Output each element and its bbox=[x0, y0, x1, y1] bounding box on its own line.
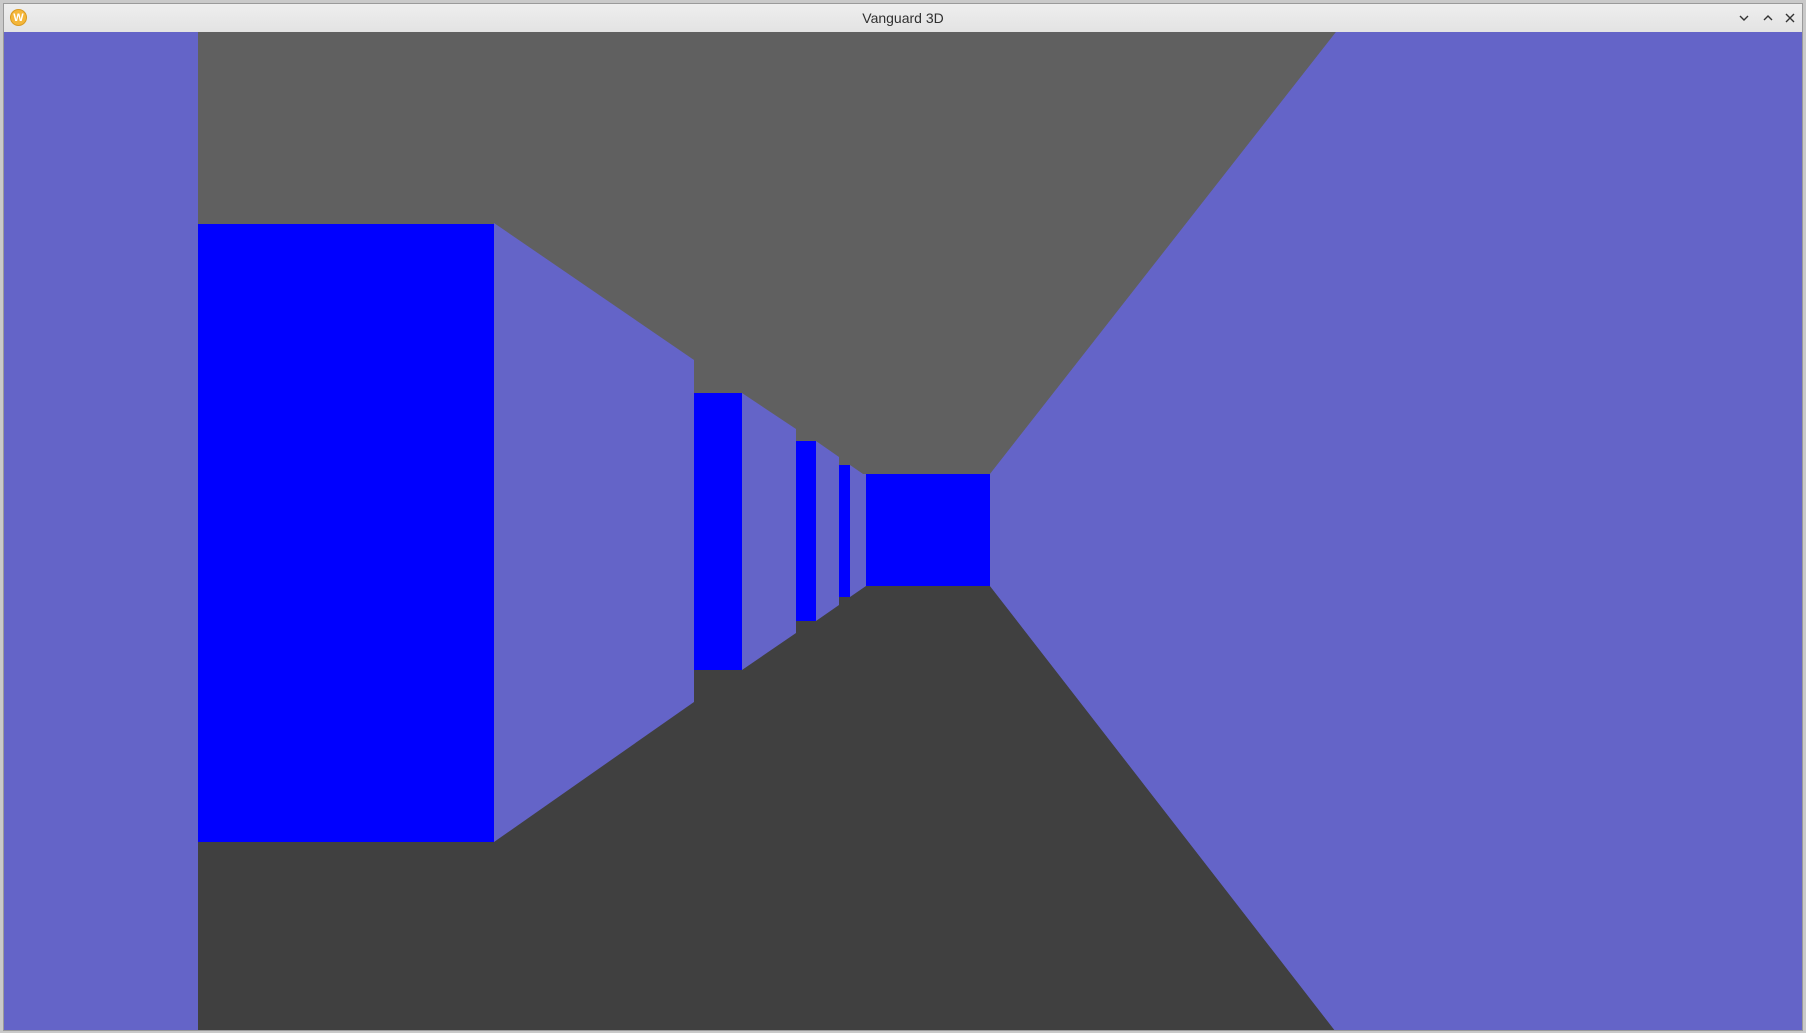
maximize-button[interactable] bbox=[1758, 8, 1778, 28]
pillar-side-face bbox=[850, 465, 866, 597]
game-window: W Vanguard 3D bbox=[3, 3, 1803, 1031]
pillar-front-face bbox=[839, 465, 850, 597]
pillar-front-face bbox=[198, 224, 494, 842]
corridor-scene bbox=[4, 32, 1802, 1030]
pillar-side-face bbox=[816, 441, 839, 621]
end-wall bbox=[866, 474, 990, 586]
title-bar[interactable]: W Vanguard 3D bbox=[4, 4, 1802, 33]
window-title: Vanguard 3D bbox=[862, 10, 944, 26]
game-viewport[interactable] bbox=[4, 32, 1802, 1030]
close-icon bbox=[1785, 13, 1795, 23]
maximize-icon bbox=[1763, 15, 1773, 21]
pillar-front-face bbox=[796, 441, 816, 621]
pillar-front-face bbox=[694, 393, 742, 670]
minimize-icon bbox=[1739, 15, 1749, 21]
close-button[interactable] bbox=[1780, 8, 1800, 28]
minimize-button[interactable] bbox=[1734, 8, 1754, 28]
pillar-side-face bbox=[742, 393, 796, 670]
left-side-wall bbox=[4, 32, 198, 1030]
